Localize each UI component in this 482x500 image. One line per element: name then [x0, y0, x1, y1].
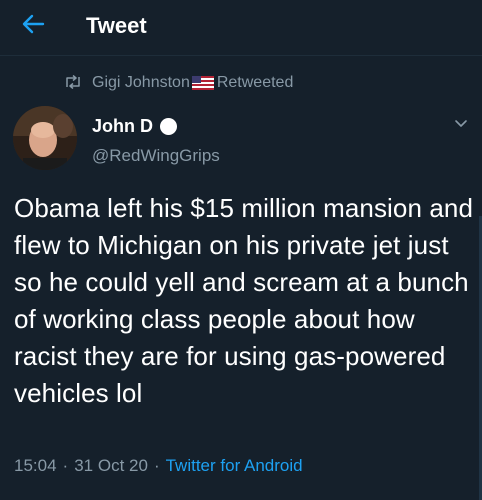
top-bar: Tweet	[0, 0, 482, 52]
us-flag-icon	[191, 76, 214, 90]
avatar[interactable]	[13, 106, 77, 170]
retweeter-name[interactable]: Gigi Johnston	[92, 74, 190, 92]
back-button[interactable]	[18, 12, 48, 40]
author-name-row[interactable]: John D	[92, 116, 177, 137]
tweet-source-link[interactable]: Twitter for Android	[166, 456, 303, 476]
tweet-meta: 15:04 · 31 Oct 20 · Twitter for Android	[14, 456, 303, 476]
retweet-context: Gigi Johnston Retweeted	[64, 72, 293, 94]
tweet-text: Obama left his $15 million mansion and f…	[14, 193, 474, 408]
badge-icon	[160, 118, 177, 135]
separator-dot: ·	[153, 456, 160, 475]
chevron-down-icon[interactable]	[453, 116, 469, 130]
retweet-icon	[64, 75, 84, 91]
retweeted-label: Retweeted	[216, 74, 294, 91]
separator-dot: ·	[62, 456, 69, 475]
page-title: Tweet	[86, 13, 147, 38]
author-name[interactable]: John D	[92, 116, 153, 137]
tweet-date: 31 Oct 20	[74, 456, 148, 475]
tweet-time: 15:04	[14, 456, 57, 475]
back-arrow-icon	[21, 13, 45, 40]
author-handle[interactable]: @RedWingGrips	[92, 146, 220, 166]
header-divider	[0, 55, 482, 56]
